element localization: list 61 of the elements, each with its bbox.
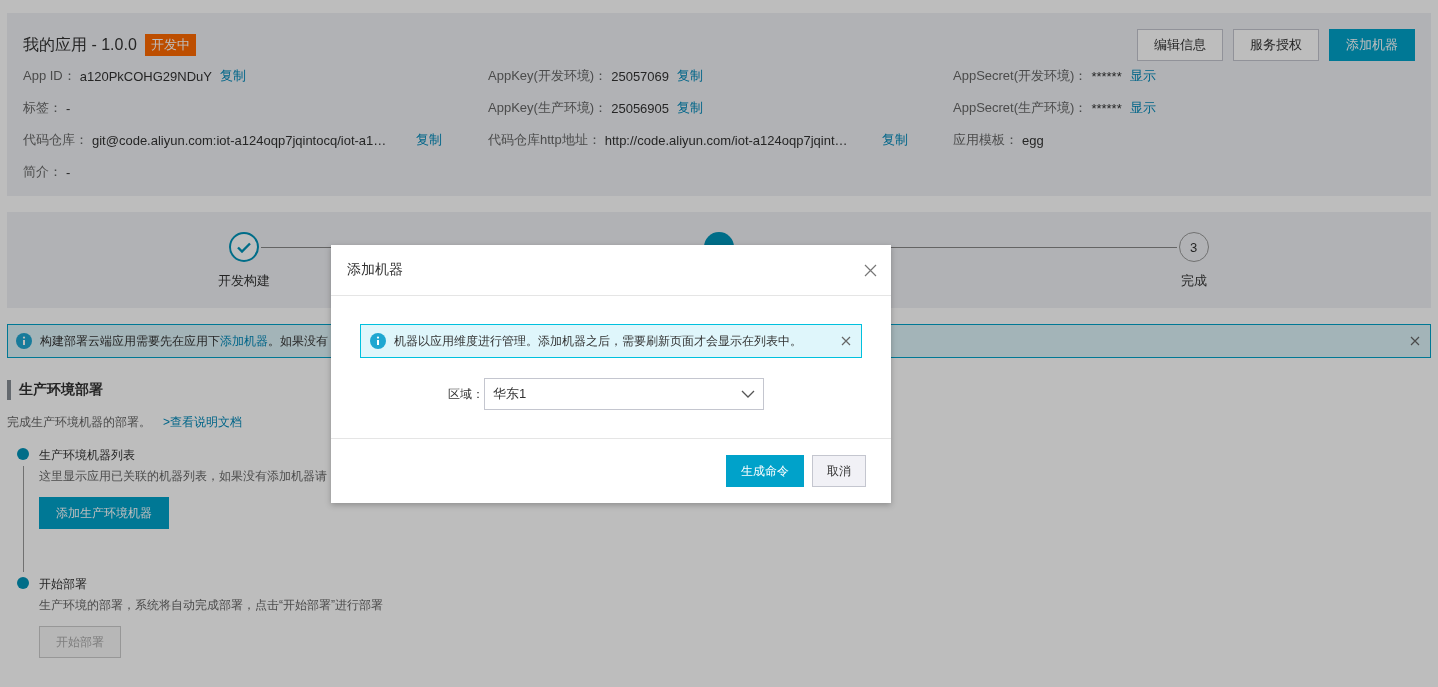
step-label: 开发构建	[218, 272, 271, 290]
field-value: -	[66, 100, 71, 116]
action-link[interactable]: 复制	[881, 131, 908, 149]
add-machine-button[interactable]: 添加机器	[1329, 29, 1415, 61]
action-link[interactable]: 显示	[1129, 99, 1156, 117]
field-label: 简介：	[23, 163, 62, 181]
step-number: 3	[1190, 239, 1198, 255]
status-badge: 开发中	[144, 34, 196, 56]
action-link[interactable]: 复制	[677, 67, 704, 85]
field-value: ******	[1091, 100, 1122, 116]
field-value: 25057069	[611, 68, 670, 84]
generate-command-button[interactable]: 生成命令	[726, 455, 804, 487]
close-icon[interactable]	[1410, 336, 1420, 346]
region-select[interactable]: 华东1	[484, 378, 764, 410]
close-icon[interactable]	[841, 336, 851, 346]
field-value: git@code.aliyun.com:iot-a124oqp7jqintocq/iot-a1…	[92, 132, 387, 148]
field-label: 代码仓库：	[23, 131, 88, 149]
chevron-down-icon	[741, 390, 755, 398]
action-link[interactable]: 复制	[220, 67, 246, 85]
field-label: AppKey(生产环境)：	[488, 99, 608, 117]
action-link[interactable]: 复制	[416, 131, 443, 149]
section-description: 完成生产环境机器的部署。	[7, 414, 151, 431]
field-label: 区域：	[447, 385, 484, 403]
step-title: 生产环境机器列表	[39, 447, 135, 464]
app-title: 我的应用 - 1.0.0	[23, 34, 137, 55]
select-value: 华东1	[493, 385, 527, 403]
alert-text: 机器以应用维度进行管理。添加机器之后，需要刷新页面才会显示在列表中。	[394, 332, 803, 350]
field-label: 应用模板：	[953, 131, 1018, 149]
step-title: 开始部署	[39, 576, 87, 593]
field-value: a120PkCOHG29NDuY	[79, 68, 212, 84]
field-label: 标签：	[23, 99, 62, 117]
action-link[interactable]: 显示	[1129, 67, 1156, 85]
check-icon	[237, 241, 252, 253]
field-label: AppSecret(生产环境)：	[953, 99, 1088, 117]
cancel-button[interactable]: 取消	[812, 455, 866, 487]
add-machine-link[interactable]: 添加机器	[220, 333, 268, 348]
notice-text: 构建部署云端应用需要先在应用下添加机器。如果没有	[40, 332, 328, 350]
doc-link[interactable]: >查看说明文档	[163, 414, 242, 431]
field-value: http://code.aliyun.com/iot-a124oqp7jqint…	[604, 132, 848, 148]
info-icon	[16, 333, 32, 349]
action-button[interactable]: 服务授权	[1233, 29, 1319, 61]
add-machine-button[interactable]: 添加生产环境机器	[39, 497, 169, 529]
field-label: AppKey(开发环境)：	[488, 67, 608, 85]
close-icon[interactable]	[864, 263, 877, 277]
field-value: 25056905	[611, 100, 670, 116]
step-label: 完成	[1180, 272, 1207, 290]
action-button[interactable]: 编辑信息	[1137, 29, 1223, 61]
step-description: 这里显示应用已关联的机器列表，如果没有添加机器请	[39, 468, 327, 485]
step-description: 生产环境的部署，系统将自动完成部署，点击“开始部署”进行部署	[39, 597, 383, 614]
info-icon	[370, 333, 386, 349]
field-label: AppSecret(开发环境)：	[953, 67, 1088, 85]
field-value: -	[66, 164, 71, 180]
field-value: egg	[1022, 132, 1044, 148]
field-label: App ID：	[23, 67, 76, 85]
timeline-dot	[17, 577, 29, 589]
section-title: 生产环境部署	[19, 381, 103, 399]
timeline-dot	[17, 448, 29, 460]
dialog-title: 添加机器	[347, 261, 403, 279]
field-value: ******	[1091, 68, 1122, 84]
field-label: 代码仓库http地址：	[488, 131, 601, 149]
action-link[interactable]: 复制	[677, 99, 704, 117]
